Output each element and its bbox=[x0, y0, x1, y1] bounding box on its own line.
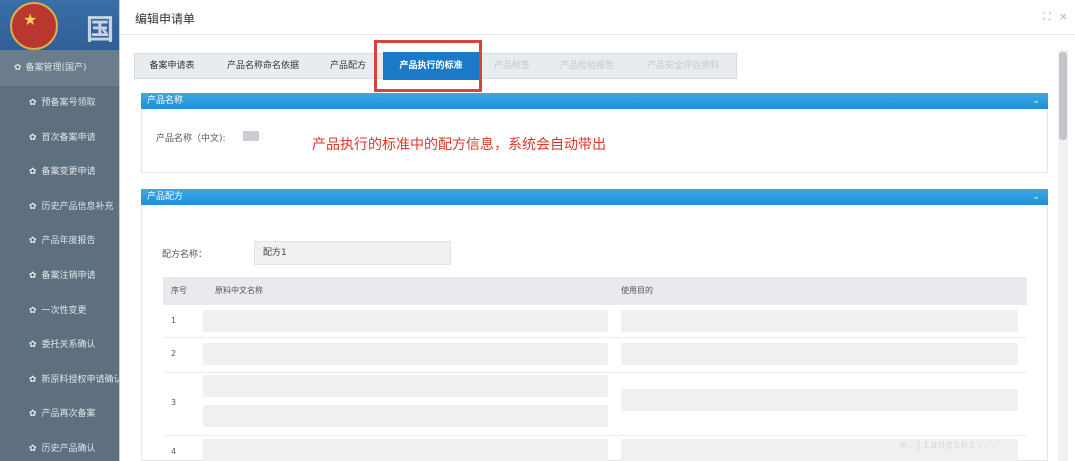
table-row: 3 bbox=[163, 372, 1027, 436]
gear-icon: ✿ bbox=[29, 444, 37, 454]
sidebar-item-label: 历史产品信息补充 bbox=[41, 202, 114, 212]
ingredient-cell-redacted bbox=[203, 343, 608, 365]
column-header-ingredient: 原料中文名称 bbox=[215, 286, 263, 295]
purpose-cell-redacted bbox=[621, 389, 1018, 411]
sidebar-item-one-time-change[interactable]: ✿ 一次性变更 bbox=[0, 294, 120, 328]
formula-name-label: 配方名称： bbox=[162, 250, 208, 260]
ingredient-cell-redacted bbox=[203, 310, 608, 332]
gear-icon: ✿ bbox=[29, 340, 37, 350]
sidebar-item-label: 委托关系确认 bbox=[41, 340, 96, 350]
sidebar-item-label: 备案变更申请 bbox=[41, 167, 96, 177]
sidebar-item-label: 备案注销申请 bbox=[41, 271, 96, 281]
window-controls: ⛶ × bbox=[1035, 10, 1068, 24]
tab-formula[interactable]: 产品配方 bbox=[323, 54, 373, 78]
modal-header: 编辑申请单 ⛶ × bbox=[120, 0, 1075, 35]
sidebar-item-label: 新原料授权申请确认 bbox=[41, 375, 120, 385]
maximize-icon[interactable]: ⛶ bbox=[1043, 10, 1051, 23]
panel-header-formula[interactable]: 产品配方 ⌄ bbox=[141, 189, 1048, 205]
row-index: 3 bbox=[171, 398, 177, 407]
sidebar-item-label: 一次性变更 bbox=[41, 306, 87, 316]
panel-title: 产品名称 bbox=[147, 96, 184, 106]
gear-icon: ✿ bbox=[29, 306, 37, 316]
scrollbar-thumb[interactable] bbox=[1059, 52, 1067, 140]
sidebar-item-annual-report[interactable]: ✿ 产品年度报告 bbox=[0, 224, 120, 258]
gear-icon: ✿ bbox=[29, 409, 37, 419]
sidebar-item-label: 产品年度报告 bbox=[41, 236, 96, 246]
logo-text: 国 bbox=[86, 13, 115, 46]
table-row: 4 bbox=[163, 435, 1027, 461]
ingredient-cell-redacted bbox=[203, 405, 608, 427]
sidebar-section-label: 备案管理(国产) bbox=[25, 63, 87, 73]
watermark: m.jiangshi... bbox=[900, 438, 1000, 451]
purpose-cell-redacted bbox=[621, 310, 1018, 332]
column-header-purpose: 使用目的 bbox=[621, 286, 653, 295]
sidebar-item-cancel-filing[interactable]: ✿ 备案注销申请 bbox=[0, 259, 120, 293]
product-name-value-redacted bbox=[243, 131, 259, 141]
gear-icon: ✿ bbox=[29, 375, 37, 385]
row-index: 2 bbox=[171, 349, 177, 358]
formula-name-field[interactable]: 配方1 bbox=[254, 241, 451, 265]
edit-application-modal: 编辑申请单 ⛶ × 备案申请表 产品名称命名依据 产品配方 产品执行的标准 产品标… bbox=[119, 0, 1075, 461]
sidebar-item-first-filing[interactable]: ✿ 首次备案申请 bbox=[0, 121, 120, 155]
close-icon[interactable]: × bbox=[1059, 10, 1068, 23]
tab-filing-form[interactable]: 备案申请表 bbox=[141, 54, 203, 78]
row-index: 1 bbox=[171, 316, 177, 325]
row-index: 4 bbox=[171, 447, 177, 456]
sidebar-section-header[interactable]: ✿ 备案管理(国产) bbox=[0, 50, 120, 86]
table-row: 1 bbox=[163, 305, 1027, 338]
logo-bar: ★ 国 bbox=[0, 0, 120, 50]
table-row: 2 bbox=[163, 337, 1027, 373]
sidebar-item-prefiling-number[interactable]: ✿ 预备案号领取 bbox=[0, 86, 120, 120]
highlight-box bbox=[374, 40, 482, 92]
gear-icon: ✿ bbox=[29, 271, 37, 281]
sidebar-item-label: 预备案号领取 bbox=[41, 98, 96, 108]
tab-label[interactable]: 产品标签 bbox=[487, 54, 537, 78]
ingredient-cell-redacted bbox=[203, 439, 608, 461]
sidebar-item-entrust-confirm[interactable]: ✿ 委托关系确认 bbox=[0, 328, 120, 362]
gear-icon: ✿ bbox=[29, 202, 37, 212]
sidebar-item-new-material-auth[interactable]: ✿ 新原料授权申请确认 bbox=[0, 363, 120, 397]
product-name-label: 产品名称（中文): bbox=[156, 134, 226, 144]
gear-icon: ✿ bbox=[29, 167, 37, 177]
gear-icon: ✿ bbox=[29, 98, 37, 108]
chevron-down-icon[interactable]: ⌄ bbox=[1032, 189, 1040, 205]
gear-icon: ✿ bbox=[14, 63, 22, 73]
tab-safety-assessment[interactable]: 产品安全评估资料 bbox=[635, 54, 731, 78]
modal-title: 编辑申请单 bbox=[135, 12, 196, 26]
sidebar-item-history-confirm[interactable]: ✿ 历史产品确认 bbox=[0, 432, 120, 461]
sidebar-item-label: 首次备案申请 bbox=[41, 133, 96, 143]
panel-header-product-name[interactable]: 产品名称 ⌄ bbox=[141, 93, 1048, 109]
sidebar: ★ 国 ✿ 备案管理(国产) ✿ 预备案号领取 ✿ 首次备案申请 ✿ 备案变更申请 ✿ 历… bbox=[0, 0, 120, 461]
ingredient-cell-redacted bbox=[203, 375, 608, 397]
table-header: 序号 原料中文名称 使用目的 bbox=[163, 277, 1027, 305]
sidebar-item-label: 产品再次备案 bbox=[41, 409, 96, 419]
tab-naming-basis[interactable]: 产品名称命名依据 bbox=[217, 54, 309, 78]
annotation-text: 产品执行的标准中的配方信息，系统会自动带出 bbox=[312, 137, 606, 153]
sidebar-item-label: 历史产品确认 bbox=[41, 444, 96, 454]
star-icon: ★ bbox=[23, 10, 38, 29]
gear-icon: ✿ bbox=[29, 133, 37, 143]
sidebar-item-filing-change[interactable]: ✿ 备案变更申请 bbox=[0, 155, 120, 189]
sidebar-item-history-supplement[interactable]: ✿ 历史产品信息补充 bbox=[0, 190, 120, 224]
chevron-down-icon[interactable]: ⌄ bbox=[1032, 93, 1040, 109]
panel-title: 产品配方 bbox=[147, 192, 184, 202]
purpose-cell-redacted bbox=[621, 343, 1018, 365]
gear-icon: ✿ bbox=[29, 236, 37, 246]
tab-inspection-report[interactable]: 产品检验报告 bbox=[549, 54, 625, 78]
column-header-index: 序号 bbox=[171, 286, 187, 295]
sidebar-item-refiling[interactable]: ✿ 产品再次备案 bbox=[0, 397, 120, 431]
